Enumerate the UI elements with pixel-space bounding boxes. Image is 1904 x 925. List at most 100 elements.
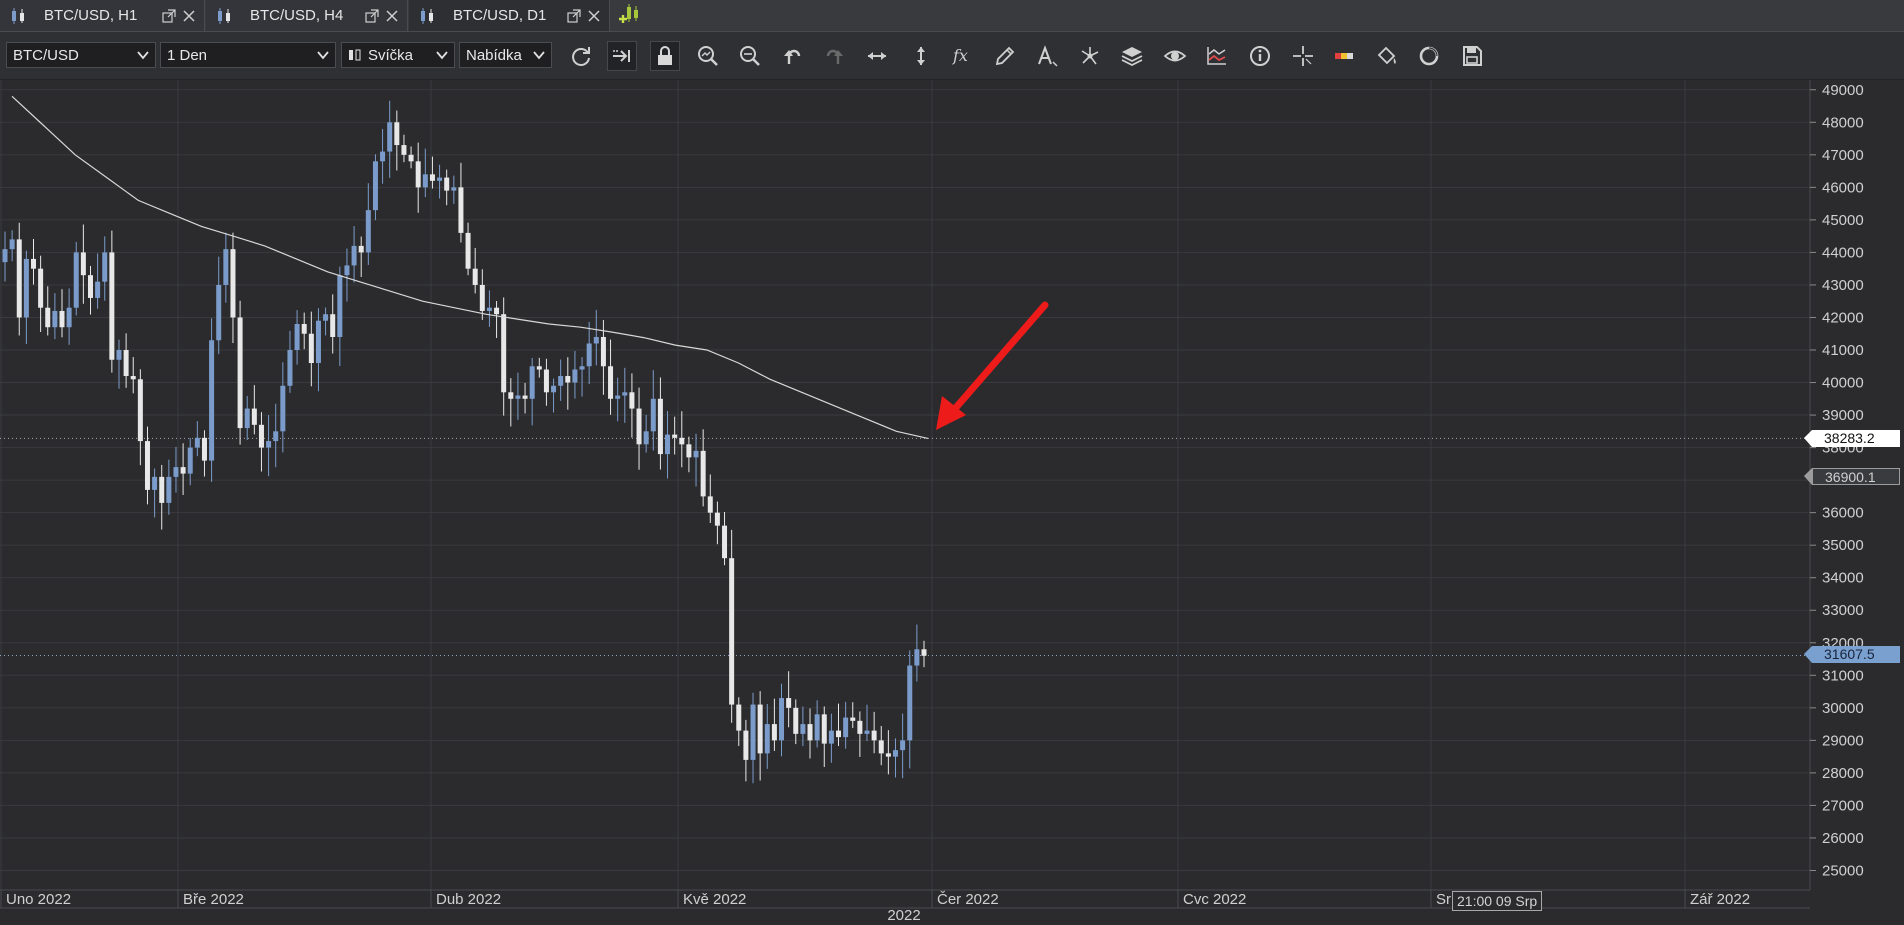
candle-body [508,392,514,399]
y-tick-label: 33000 [1822,602,1864,619]
paint-bucket-button[interactable] [1372,41,1402,71]
y-tick-label: 30000 [1822,700,1864,717]
candle-body [657,398,663,455]
close-icon[interactable] [182,9,196,23]
candle-body [422,174,428,188]
price-chart[interactable]: 49000 48000 47000 46000 45000 44000 43000 42000… [0,80,1904,925]
candle-body [23,258,29,318]
candle-body [80,252,86,276]
candle-body [451,187,457,191]
y-tick-label: 48000 [1822,114,1864,131]
price-tag-current: 31607.5 [1812,646,1900,663]
tab-btcusd-h1[interactable]: BTC/USD, H1 [0,0,205,31]
candle-body [323,314,329,321]
close-icon[interactable] [385,9,399,23]
x-tick-label: Čer 2022 [937,891,999,908]
save-button[interactable] [1457,41,1487,71]
candle-body [9,239,15,250]
candle-body [159,476,165,503]
close-icon[interactable] [587,9,601,23]
indicators-button[interactable]: fx [948,41,978,71]
candle-body [152,476,158,490]
candle-body [643,431,649,445]
zoom-out-button[interactable] [735,41,765,71]
candle-body [387,122,393,152]
reset-button[interactable] [1414,41,1444,71]
info-icon [1250,46,1270,66]
candle-body [87,275,93,298]
refresh-button[interactable] [566,41,596,71]
candle-body [216,284,222,341]
candle-body [437,177,443,181]
candle-body [593,336,599,344]
candle-body [793,707,799,734]
tab-btcusd-h4[interactable]: BTC/USD, H4 [206,0,408,31]
candle-body [836,730,842,738]
candle-body [66,307,72,328]
candle-body [486,307,492,311]
candle-body [807,724,813,741]
crosshair-button[interactable] [1288,41,1318,71]
color-scheme-button[interactable] [1330,41,1360,71]
pencil-button[interactable] [990,41,1020,71]
undo-button[interactable] [777,41,807,71]
candle-body [102,252,108,282]
undock-icon[interactable] [162,8,176,23]
text-tool-button[interactable] [1032,41,1062,71]
layers-button[interactable] [1117,41,1147,71]
candle-body [914,649,920,666]
candle-body [857,720,863,734]
y-tick-label: 27000 [1822,797,1864,814]
candle-body [401,145,407,155]
candle-body [287,350,293,386]
price-side-select-value: Nabídka [466,46,522,64]
candle-body [337,275,343,337]
timeframe-select[interactable]: 1 Den [160,42,336,68]
candle-body [629,392,635,409]
y-tick-label: 25000 [1822,862,1864,879]
candle-body [415,161,421,188]
drawing-tools-button[interactable] [1075,41,1105,71]
y-tick-label: 40000 [1822,375,1864,392]
undock-icon[interactable] [567,8,581,23]
chart-area[interactable]: 49000 48000 47000 46000 45000 44000 43000 42000… [0,80,1904,925]
candle-body [266,441,272,448]
add-chart-icon[interactable] [618,4,642,26]
y-tick-label: 31000 [1822,667,1864,684]
symbol-select[interactable]: BTC/USD [6,42,156,68]
lock-button[interactable] [650,41,680,71]
candlestick-icon [12,7,24,24]
candle-body [736,704,742,731]
undock-icon[interactable] [365,8,379,23]
candle-body [757,704,763,754]
tab-btcusd-d1[interactable]: BTC/USD, D1 [409,0,610,31]
candle-body [828,730,834,744]
candle-body [365,210,371,253]
price-side-select[interactable]: Nabídka [459,42,552,68]
candle-body [95,281,101,298]
svg-text:fx: fx [952,46,968,65]
candle-body [750,704,756,760]
info-button[interactable] [1245,41,1275,71]
candle-body [536,366,542,370]
candle-body [315,320,321,364]
horizontal-scale-button[interactable] [862,41,892,71]
candle-body [230,249,236,318]
y-tick-label: 45000 [1822,212,1864,229]
candle-body [2,249,8,263]
candle-body [885,753,891,757]
chart-compare-button[interactable] [1202,41,1232,71]
eye-button[interactable] [1160,41,1190,71]
zoom-in-button[interactable] [693,41,723,71]
redo-button[interactable] [820,41,850,71]
candle-body [116,350,122,360]
candle-body [358,245,364,253]
chart-type-select[interactable]: Svíčka [341,42,455,68]
candle-body [771,724,777,741]
crosshair-time-label: 21:00 09 Srp [1452,891,1543,911]
autoscroll-button[interactable] [607,41,637,71]
candle-body [209,340,215,461]
candle-body [301,323,307,334]
candle-body [522,395,528,399]
vertical-scale-button[interactable] [906,41,936,71]
